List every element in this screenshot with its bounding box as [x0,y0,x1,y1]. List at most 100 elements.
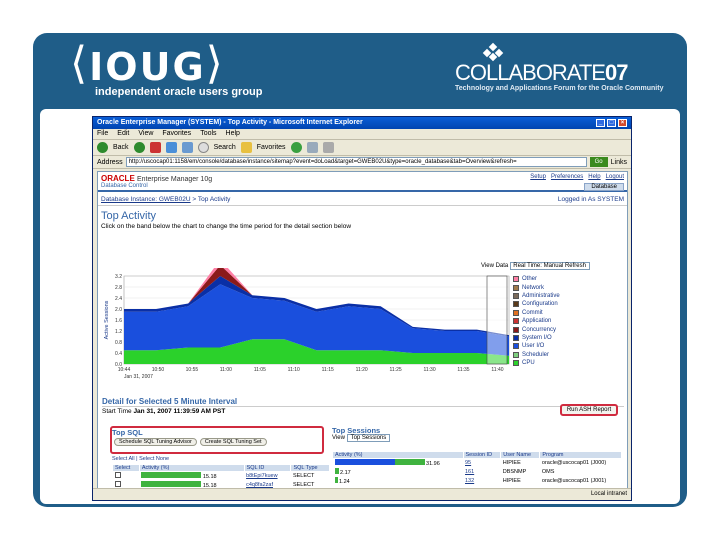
legend-label[interactable]: Commit [522,310,543,316]
y-tick-label: 1.2 [115,329,122,335]
search-label[interactable]: Search [214,144,236,151]
session-id-link[interactable]: 95 [463,459,501,468]
col-activity[interactable]: Activity (%) [138,464,245,472]
y-tick-label: 2.8 [115,285,122,291]
top-sessions-table: Activity (%) Session ID User Name Progra… [332,451,622,486]
program: OMS [541,469,555,475]
x-tick-label: 11:10 [288,367,300,373]
top-sessions-view-select[interactable]: Top Sessions [346,434,391,442]
go-button[interactable]: Go [589,157,608,167]
links-label[interactable]: Links [611,159,627,166]
x-tick-label: 10:50 [152,367,165,373]
menu-tools[interactable]: Tools [200,130,216,138]
mail-icon[interactable] [306,142,318,153]
stop-icon[interactable] [149,142,161,153]
preferences-link[interactable]: Preferences [551,174,583,188]
legend-label[interactable]: Application [522,318,551,324]
table-row: 2.17 161 DBSNMP OMS [333,468,622,477]
page-title: Top Activity [101,210,157,222]
back-label[interactable]: Back [113,144,129,151]
legend-item: Application [513,317,578,325]
product-name: Enterprise Manager 10g [137,176,213,183]
legend-label[interactable]: Network [522,285,544,291]
media-icon[interactable] [290,142,302,153]
tab-database[interactable]: Database [584,183,624,191]
favorites-icon[interactable] [240,142,252,153]
product-subtitle: Database Control [101,183,148,189]
col-session-id[interactable]: Session ID [462,451,502,459]
address-label: Address [97,158,123,166]
legend-item: Administrative [513,292,578,300]
menu-favorites[interactable]: Favorites [162,130,191,138]
top-activity-chart[interactable]: 3.22.82.42.01.61.20.80.40.0Active Sessio… [102,268,532,388]
legend-swatch [513,326,519,333]
legend-item: Scheduler [513,351,578,359]
table-row: 1.24 132 HIPIEE oracle@uscocap01 (J001) [333,477,622,486]
legend-label[interactable]: Concurrency [522,327,556,333]
legend-label[interactable]: Scheduler [522,352,549,358]
activity-value: 1.24 [339,479,350,485]
legend-swatch [513,343,519,350]
breadcrumb-database-link[interactable]: Database Instance: GWEB02U [101,196,191,203]
refresh-icon[interactable] [165,142,177,153]
col-activity[interactable]: Activity (%) [332,451,464,459]
legend-swatch [513,351,519,358]
table-row: 15.18 b8tEpi7kuew SELECT [113,472,330,481]
program: oracle@uscocap01 (J000) [541,460,607,467]
legend-label[interactable]: System I/O [522,335,552,341]
search-icon[interactable] [197,142,209,153]
session-id-link[interactable]: 132 [463,477,501,486]
col-user-name[interactable]: User Name [500,451,541,459]
top-sessions-panel: Top Sessions View Top Sessions [332,426,622,442]
row-checkbox[interactable] [114,481,121,487]
forward-icon[interactable] [133,142,145,153]
menu-file[interactable]: File [97,130,108,138]
col-sql-id[interactable]: SQL ID [243,464,292,472]
menu-help[interactable]: Help [226,130,240,138]
activity-bar-cpu [394,459,425,466]
legend-label[interactable]: Other [522,276,537,282]
select-all-none[interactable]: Select All | Select None [112,456,169,462]
back-icon[interactable] [97,142,108,153]
minimize-icon[interactable]: _ [596,119,605,127]
create-sql-tuning-set-button[interactable]: Create SQL Tuning Set [199,438,267,446]
col-program[interactable]: Program [539,451,622,459]
activity-value: 2.17 [340,470,351,476]
legend-swatch [513,276,519,283]
legend-label[interactable]: Configuration [522,301,558,307]
favorites-label[interactable]: Favorites [257,144,286,151]
address-bar: Address http://uscocap01:1158/em/console… [93,156,631,169]
home-icon[interactable] [181,142,193,153]
menu-view[interactable]: View [138,130,153,138]
legend-label[interactable]: User I/O [522,343,544,349]
chart-legend: Other Network Administrative Configuration C… [513,275,578,387]
activity-value: 15.18 [202,474,217,481]
legend-item: Network [513,283,578,291]
session-id-link[interactable]: 161 [463,468,501,477]
address-input[interactable]: http://uscocap01:1158/em/console/databas… [125,157,587,167]
oem-page: ORACLE Enterprise Manager 10g Database C… [97,171,628,489]
x-tick-label: 11:40 [491,367,503,373]
top-sql-title: Top SQL [112,428,143,437]
activity-bar [334,477,338,483]
x-axis-date: Jan 31, 2007 [124,374,153,380]
y-tick-label: 0.4 [115,351,122,357]
maximize-icon[interactable]: □ [607,119,616,127]
sql-id-link[interactable]: b8tEpi7kuew [244,472,291,481]
selected-interval-band[interactable] [486,275,508,365]
ioug-tagline: independent oracle users group [95,86,263,98]
schedule-sql-tuning-advisor-button[interactable]: Schedule SQL Tuning Advisor [114,438,197,446]
setup-link[interactable]: Setup [530,174,546,188]
legend-item: User I/O [513,342,578,350]
oem-header: ORACLE Enterprise Manager 10g Database C… [98,172,627,192]
row-checkbox[interactable] [114,472,121,479]
run-ash-report-button[interactable]: Run ASH Report [560,404,618,416]
top-sql-table: Select Activity (%) SQL ID SQL Type 15.1… [112,464,330,488]
print-icon[interactable] [322,142,334,153]
close-icon[interactable]: × [618,119,627,127]
menu-edit[interactable]: Edit [117,130,129,138]
legend-label[interactable]: CPU [522,360,535,366]
col-sql-type[interactable]: SQL Type [290,464,330,472]
legend-label[interactable]: Administrative [522,293,560,299]
legend-item: Concurrency [513,325,578,333]
